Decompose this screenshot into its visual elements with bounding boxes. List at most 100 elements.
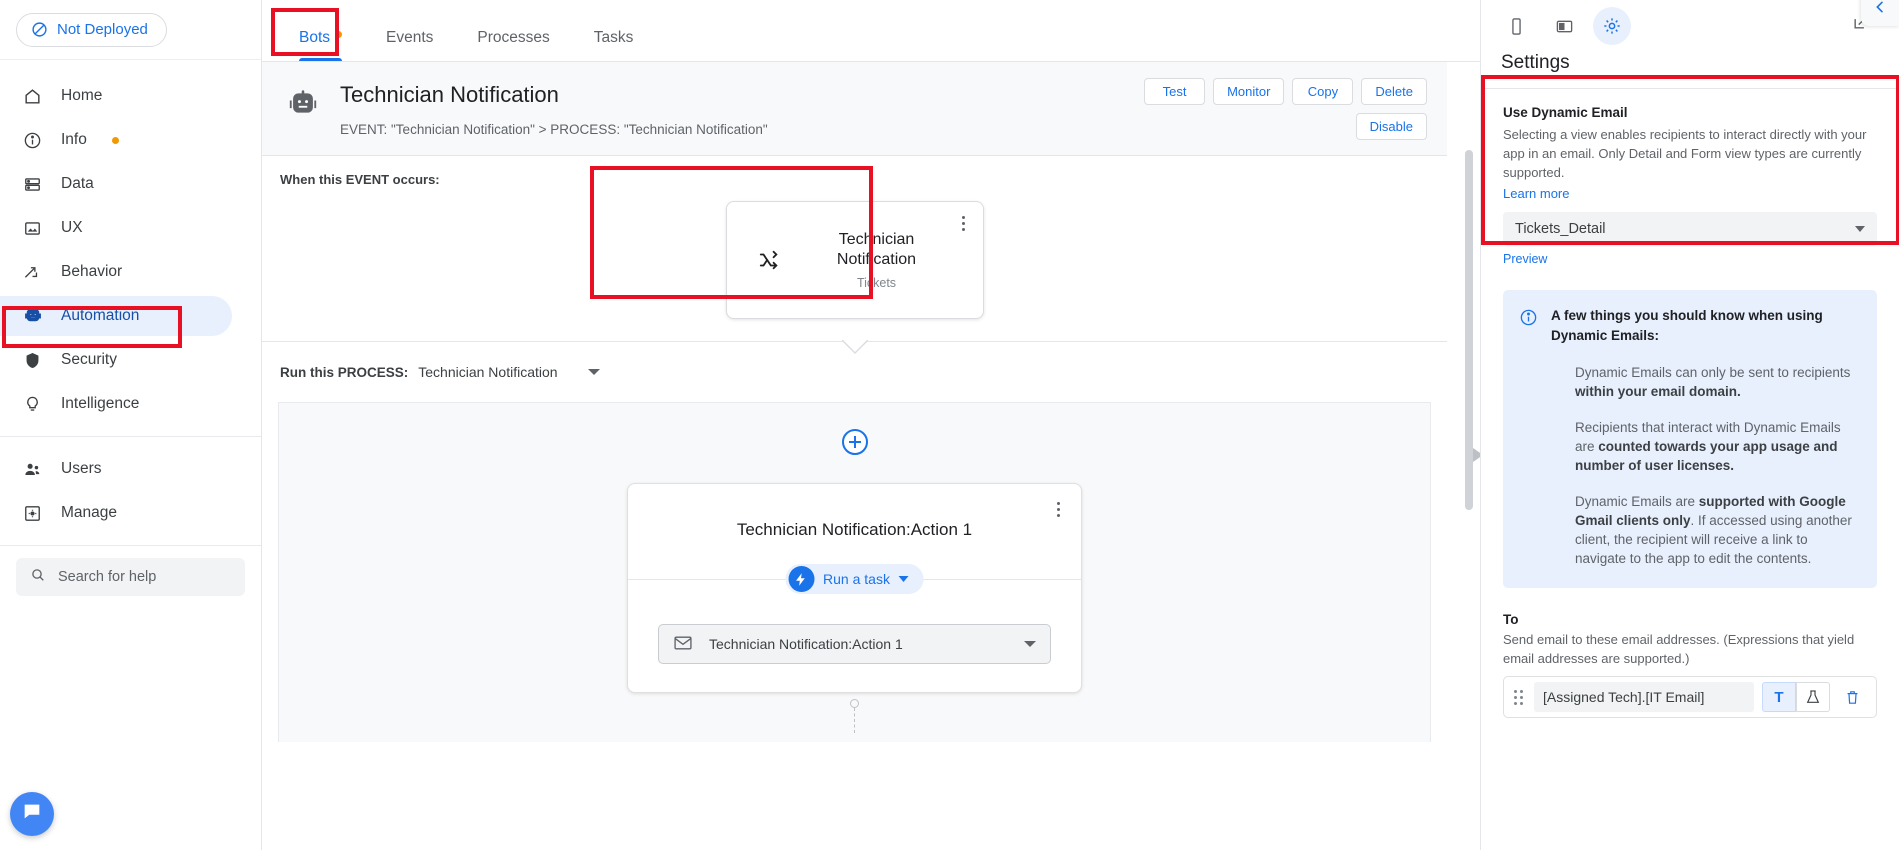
drag-handle-icon[interactable]	[1514, 689, 1526, 705]
flow-connector	[279, 693, 1430, 733]
disable-button[interactable]: Disable	[1355, 113, 1427, 140]
bot-action-row-2: Disable	[1144, 113, 1427, 140]
bot-header: Technician Notification EVENT: "Technici…	[262, 62, 1447, 155]
sidebar-item-security[interactable]: Security	[0, 340, 232, 380]
tab-label: Bots	[299, 29, 331, 46]
settings-body: Use Dynamic Email Selecting a view enabl…	[1481, 89, 1899, 718]
event-card-title: Technician Notification	[836, 231, 917, 268]
event-card-text: Technician Notification Tickets	[789, 230, 983, 290]
sidebar-item-intelligence[interactable]: Intelligence	[0, 384, 232, 424]
bot-action-buttons: Test Monitor Copy Delete Disable	[1144, 78, 1427, 148]
not-deployed-badge[interactable]: Not Deployed	[16, 12, 167, 47]
help-search-box[interactable]: Search for help	[16, 558, 245, 596]
info-box-paragraph: Dynamic Emails can only be sent to recip…	[1551, 363, 1859, 401]
deploy-status-row: Not Deployed	[0, 0, 261, 60]
bot-action-row-1: Test Monitor Copy Delete	[1144, 78, 1427, 105]
copy-button[interactable]: Copy	[1292, 78, 1354, 105]
gear-icon[interactable]	[1593, 7, 1631, 45]
bolt-icon	[788, 566, 815, 592]
bots-tabbar: Bots Events Processes Tasks	[262, 0, 1480, 62]
tab-processes[interactable]: Processes	[455, 29, 571, 61]
to-text-mode-button[interactable]: T	[1762, 682, 1796, 712]
sidebar-item-info[interactable]: Info	[0, 120, 232, 160]
email-envelope-icon	[673, 633, 693, 656]
behavior-icon	[22, 262, 43, 283]
sidebar-item-users[interactable]: Users	[0, 449, 232, 489]
dynamic-email-section: Use Dynamic Email Selecting a view enabl…	[1503, 89, 1877, 268]
tab-bots-dot	[335, 31, 343, 38]
sidebar-item-label: Users	[61, 460, 102, 477]
shield-icon	[22, 350, 43, 371]
right-panel-expand-arrow-icon[interactable]	[1471, 447, 1480, 465]
page-title: Technician Notification	[340, 82, 559, 107]
settings-title: Settings	[1481, 52, 1899, 89]
event-divider	[262, 339, 1447, 354]
manage-gear-icon	[22, 503, 43, 524]
info-box-heading: A few things you should know when using …	[1551, 308, 1823, 343]
settings-toolbar	[1481, 0, 1899, 52]
info-p1-pre: Dynamic Emails can only be sent to recip…	[1575, 365, 1851, 380]
sidebar-item-manage[interactable]: Manage	[0, 493, 232, 533]
sidebar-item-label: Security	[61, 351, 117, 368]
dynamic-email-view-select[interactable]: Tickets_Detail	[1503, 212, 1877, 246]
bot-detail-inner: Technician Notification EVENT: "Technici…	[262, 62, 1447, 742]
tab-tasks[interactable]: Tasks	[572, 29, 656, 61]
nav-divider-2	[0, 545, 261, 546]
tablet-preview-icon[interactable]	[1545, 7, 1583, 45]
learn-more-link[interactable]: Learn more	[1503, 186, 1569, 201]
task-select[interactable]: Technician Notification:Action 1	[658, 624, 1051, 664]
to-expression-mode-button[interactable]	[1796, 682, 1830, 712]
sidebar-item-label: UX	[61, 219, 83, 236]
event-card[interactable]: Technician Notification Tickets	[725, 201, 984, 319]
bot-header-text: Technician Notification EVENT: "Technici…	[340, 82, 768, 137]
preview-link[interactable]: Preview	[1503, 252, 1547, 266]
chevron-down-icon	[1855, 226, 1865, 232]
to-field-label: To	[1503, 612, 1519, 627]
action-card[interactable]: Technician Notification:Action 1 Run a t…	[627, 483, 1082, 693]
chevron-left-icon	[1872, 0, 1888, 20]
main-content: Bots Events Processes Tasks Technician N…	[262, 0, 1480, 850]
settings-panel: Settings Use Dynamic Email Selecting a v…	[1480, 0, 1899, 850]
to-email-input[interactable]	[1534, 682, 1754, 712]
run-a-task-label: Run a task	[823, 571, 890, 587]
phone-preview-icon[interactable]	[1497, 7, 1535, 45]
action-card-title: Technician Notification:Action 1	[736, 520, 973, 539]
collapse-panel-button[interactable]	[1861, 0, 1899, 26]
info-p3-pre: Dynamic Emails are	[1575, 494, 1699, 509]
home-icon	[22, 86, 43, 107]
sidebar-item-label: Home	[61, 87, 103, 104]
delete-button[interactable]: Delete	[1361, 78, 1427, 105]
tab-bots[interactable]: Bots	[277, 29, 364, 61]
add-step-button[interactable]	[841, 429, 868, 455]
not-deployed-icon	[31, 21, 48, 38]
delete-recipient-icon[interactable]	[1838, 689, 1866, 706]
chevron-down-icon	[841, 339, 868, 359]
event-card-kebab-menu-icon[interactable]	[955, 212, 973, 234]
info-icon	[1519, 308, 1539, 568]
users-icon	[22, 459, 43, 480]
test-button[interactable]: Test	[1144, 78, 1206, 105]
support-chat-button[interactable]	[10, 792, 54, 836]
process-dropdown-caret-icon[interactable]	[587, 369, 600, 375]
sidebar-item-home[interactable]: Home	[0, 76, 232, 116]
sidebar-item-label: Info	[61, 131, 87, 148]
chevron-down-icon	[1024, 641, 1036, 647]
info-box-paragraph: Recipients that interact with Dynamic Em…	[1551, 418, 1859, 475]
bot-subtitle: EVENT: "Technician Notification" > PROCE…	[340, 122, 768, 137]
sidebar-item-behavior[interactable]: Behavior	[0, 252, 232, 292]
sidebar-item-data[interactable]: Data	[0, 164, 232, 204]
info-p1-bold: within your email domain.	[1575, 384, 1741, 399]
automation-robot-icon	[22, 306, 43, 327]
run-a-task-chip[interactable]: Run a task	[785, 564, 924, 594]
sidebar-item-ux[interactable]: UX	[0, 208, 232, 248]
event-section-label: When this EVENT occurs:	[280, 172, 440, 187]
sidebar-item-label: Manage	[61, 504, 118, 521]
event-shuffle-icon	[749, 249, 789, 271]
run-task-row: Run a task	[628, 564, 1081, 594]
monitor-button[interactable]: Monitor	[1213, 78, 1285, 105]
action-card-kebab-menu-icon[interactable]	[1049, 498, 1067, 520]
tab-events[interactable]: Events	[364, 29, 455, 61]
sidebar-item-label: Automation	[61, 307, 140, 324]
sidebar-item-label: Data	[61, 175, 94, 192]
sidebar-item-automation[interactable]: Automation	[0, 296, 232, 336]
